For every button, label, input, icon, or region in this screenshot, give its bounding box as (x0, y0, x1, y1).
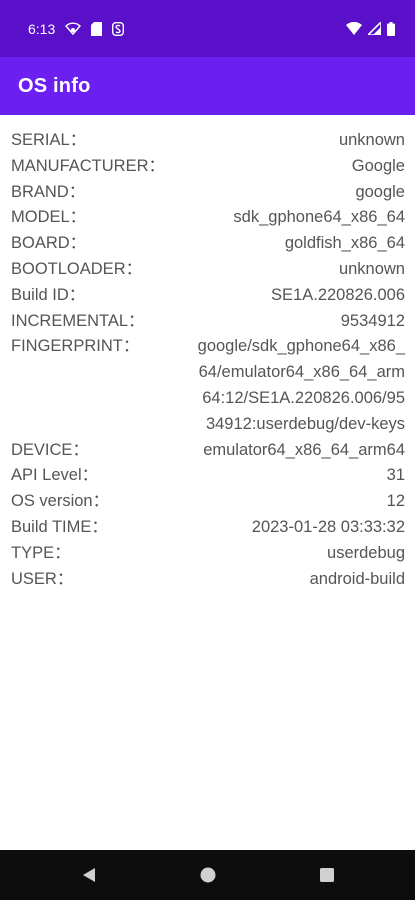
info-label: TYPE： (11, 543, 71, 562)
info-value: goldfish_x86_64 (284, 234, 405, 253)
info-label: SERIAL： (11, 131, 87, 149)
wifi-sync-icon (65, 21, 82, 36)
info-value: android-build (309, 569, 405, 588)
info-value: SE1A.220826.006 (271, 285, 405, 304)
info-row-fingerprint: FINGERPRINT： google/sdk_gphone64_x86_64/… (11, 334, 405, 437)
info-label: Build ID： (11, 285, 86, 304)
os-info-list: SERIAL： unknown MANUFACTURER： Google BRA… (0, 115, 415, 592)
info-label: BOOTLOADER： (11, 259, 143, 278)
info-row-serial: SERIAL： unknown (11, 128, 405, 154)
navigation-bar (0, 850, 415, 900)
info-label: OS version： (11, 492, 110, 511)
info-label: BRAND： (11, 182, 86, 201)
info-row-board: BOARD： goldfish_x86_64 (11, 231, 405, 257)
info-value: unknown (338, 259, 405, 278)
info-value: 12 (386, 492, 405, 511)
back-icon[interactable] (80, 866, 98, 884)
info-row-os-version: OS version： 12 (11, 489, 405, 515)
info-label: USER： (11, 569, 74, 588)
info-row-user: USER： android-build (11, 567, 405, 593)
info-value: google/sdk_gphone64_x86_64/emulator64_x8… (197, 337, 405, 433)
info-row-incremental: INCREMENTAL： 9534912 (11, 309, 405, 335)
info-row-manufacturer: MANUFACTURER： Google (11, 154, 405, 180)
battery-icon (387, 21, 395, 36)
info-label: INCREMENTAL： (11, 311, 145, 330)
info-label: MODEL： (11, 208, 87, 227)
info-row-api-level: API Level： 31 (11, 463, 405, 489)
home-icon[interactable] (199, 866, 217, 884)
status-right (346, 21, 395, 36)
info-row-device: DEVICE： emulator64_x86_64_arm64 (11, 438, 405, 464)
info-value: emulator64_x86_64_arm64 (203, 440, 405, 459)
info-label: Build TIME： (11, 517, 108, 536)
page-title: OS info (18, 74, 91, 97)
info-label: FINGERPRINT： (11, 337, 140, 356)
info-label: MANUFACTURER： (11, 156, 166, 175)
s-app-icon (112, 21, 125, 36)
info-value: google (355, 182, 405, 201)
sim-card-icon (91, 21, 103, 36)
info-label: API Level： (11, 466, 99, 485)
status-left: 6:13 (28, 20, 125, 37)
info-value: userdebug (327, 543, 405, 562)
info-row-build-id: Build ID： SE1A.220826.006 (11, 283, 405, 309)
status-bar: 6:13 (0, 0, 415, 57)
info-value: 9534912 (340, 311, 405, 330)
app-bar: OS info (0, 57, 415, 115)
signal-icon (368, 22, 381, 35)
status-time: 6:13 (28, 20, 56, 37)
info-row-model: MODEL： sdk_gphone64_x86_64 (11, 205, 405, 231)
info-value: unknown (338, 131, 405, 149)
info-row-bootloader: BOOTLOADER： unknown (11, 257, 405, 283)
info-label: DEVICE： (11, 440, 89, 459)
info-value: Google (351, 156, 405, 175)
info-row-brand: BRAND： google (11, 180, 405, 206)
info-row-build-time: Build TIME： 2023-01-28 03:33:32 (11, 515, 405, 541)
recents-icon[interactable] (318, 866, 336, 884)
info-value: 31 (386, 466, 405, 485)
info-row-type: TYPE： userdebug (11, 541, 405, 567)
info-value: 2023-01-28 03:33:32 (251, 517, 405, 536)
wifi-icon (346, 22, 362, 35)
info-value: sdk_gphone64_x86_64 (233, 208, 405, 227)
info-label: BOARD： (11, 234, 87, 253)
